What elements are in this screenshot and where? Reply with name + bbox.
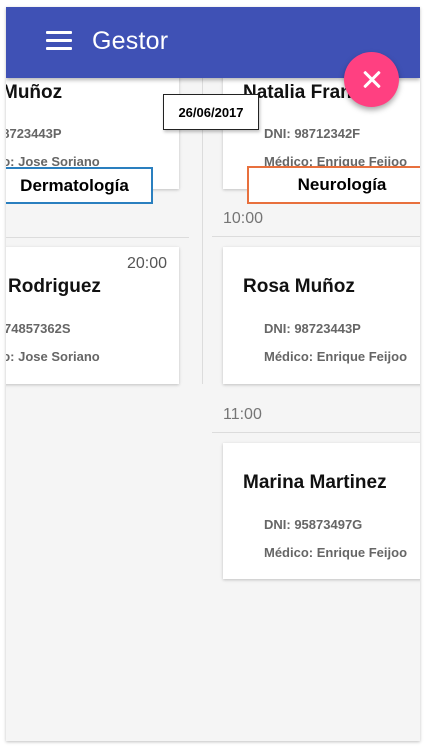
time-slot-label: 10:00 bbox=[223, 210, 264, 227]
patient-dni: DNI: 98723443P bbox=[264, 321, 361, 336]
specialty-label-dermatology: Dermatología bbox=[6, 167, 153, 204]
app-screen: Muñoz 98723443P co: Jose Soriano Dermato… bbox=[6, 7, 420, 741]
patient-name: Rodriguez bbox=[8, 276, 101, 297]
doctor-name: co: Jose Soriano bbox=[6, 349, 100, 364]
patient-dni: DNI: 95873497G bbox=[264, 517, 363, 532]
doctor-name: Médico: Enrique Feijoo bbox=[264, 349, 408, 364]
patient-name: Natalia Fran bbox=[243, 82, 352, 103]
patient-name: Rosa Muñoz bbox=[243, 276, 355, 297]
appointment-card[interactable]: Marina Martinez DNI: 95873497G Médico: E… bbox=[223, 443, 420, 579]
patient-name: Muñoz bbox=[6, 82, 63, 103]
app-title: Gestor bbox=[92, 27, 169, 55]
close-fab-button[interactable] bbox=[344, 52, 399, 107]
date-badge: 26/06/2017 bbox=[163, 94, 259, 130]
divider bbox=[212, 236, 420, 237]
doctor-name: Médico: Enrique Feijoo bbox=[264, 545, 408, 560]
appointment-time: 20:00 bbox=[127, 255, 168, 272]
patient-name: Marina Martinez bbox=[243, 472, 387, 493]
specialty-label-neurology: Neurología bbox=[247, 166, 420, 204]
divider bbox=[6, 237, 189, 238]
appointment-card[interactable]: Rosa Muñoz DNI: 98723443P Médico: Enriqu… bbox=[223, 247, 420, 384]
patient-dni: DNI: 98712342F bbox=[264, 126, 361, 141]
hamburger-menu-icon[interactable] bbox=[46, 31, 72, 51]
divider bbox=[212, 432, 420, 433]
patient-dni: 98723443P bbox=[6, 126, 62, 141]
time-slot-label: 11:00 bbox=[223, 406, 262, 423]
appointment-card[interactable]: 20:00 Rodriguez 74857362S co: Jose Soria… bbox=[6, 247, 179, 384]
patient-dni: 74857362S bbox=[6, 321, 71, 336]
